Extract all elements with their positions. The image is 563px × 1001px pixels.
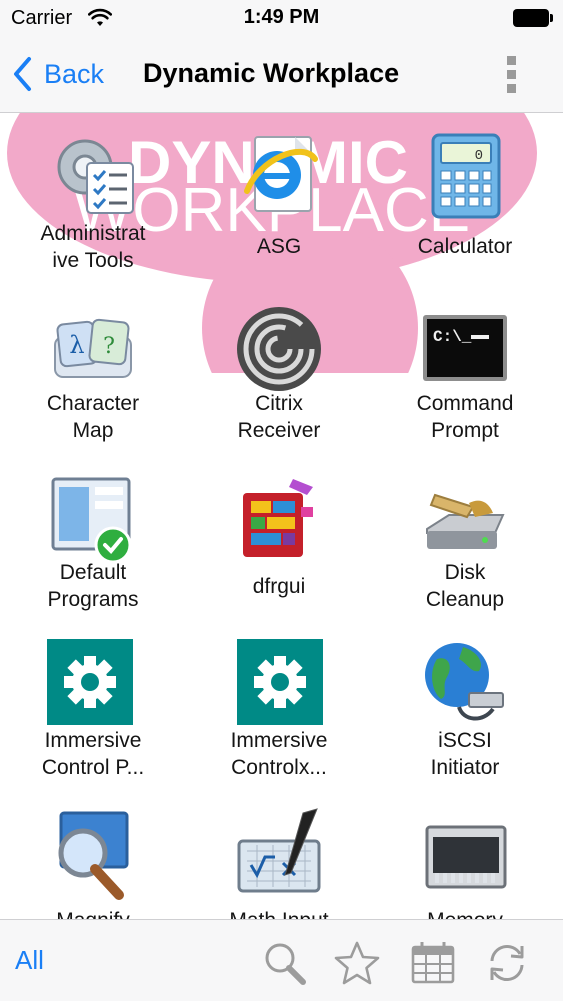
app-label: Default Programs <box>47 561 139 611</box>
page-title: Dynamic Workplace <box>143 58 400 88</box>
svg-text:λ: λ <box>69 331 84 359</box>
app-iscsi-initiator[interactable]: iSCSI Initiator <box>372 631 558 791</box>
app-label: Magnify <box>0 907 186 919</box>
app-label: Immersive Control P... <box>41 729 145 779</box>
app-label: Immersive Controlx... <box>230 729 328 779</box>
app-magnify[interactable]: Magnify <box>0 801 186 919</box>
calculator-icon: 0 <box>431 133 501 219</box>
math-input-icon <box>237 808 321 893</box>
default-programs-icon <box>51 477 132 564</box>
app-label: Administrat ive Tools <box>40 222 146 272</box>
asg-icon <box>244 136 318 212</box>
character-map-icon: λ ? <box>54 318 132 378</box>
app-character-map[interactable]: λ ? Character Map <box>0 293 186 453</box>
app-dfrgui[interactable]: dfrgui <box>186 463 372 623</box>
immersive-control-panel-icon <box>47 639 133 725</box>
app-label: Calculator <box>417 235 513 258</box>
svg-text:C:\_: C:\_ <box>433 328 472 346</box>
more-options-button[interactable] <box>507 56 517 96</box>
app-immersive-controlx[interactable]: Immersive Controlx... <box>186 631 372 791</box>
app-disk-cleanup[interactable]: Disk Cleanup <box>372 463 558 623</box>
immersive-controlx-icon <box>237 639 323 725</box>
app-command-prompt[interactable]: C:\_ Command Prompt <box>372 293 558 453</box>
back-button[interactable]: Back <box>12 52 104 96</box>
iscsi-initiator-icon <box>425 643 504 721</box>
app-math-input[interactable]: Math Input <box>186 801 372 919</box>
app-asg[interactable]: ASG <box>186 113 372 288</box>
command-prompt-icon: C:\_ <box>423 315 507 381</box>
app-memory[interactable]: Memory <box>372 801 558 919</box>
search-icon[interactable] <box>262 940 308 986</box>
more-dot-icon <box>507 70 516 79</box>
refresh-icon[interactable] <box>484 940 530 986</box>
tab-all[interactable]: All <box>15 945 44 976</box>
app-immersive-control-panel[interactable]: Immersive Control P... <box>0 631 186 791</box>
battery-icon <box>513 9 553 27</box>
administrative-tools-icon <box>57 139 134 214</box>
app-label: Character Map <box>46 392 140 442</box>
dfrgui-icon <box>243 479 313 557</box>
calendar-icon[interactable] <box>410 940 456 986</box>
app-label: dfrgui <box>252 575 306 598</box>
app-calculator[interactable]: 0 Calculator <box>372 113 558 288</box>
chevron-left-icon <box>14 57 31 91</box>
app-label: Citrix Receiver <box>237 392 321 442</box>
status-bar: Carrier 1:49 PM <box>0 0 563 38</box>
app-label: Math Input <box>186 907 372 919</box>
app-label: ASG <box>256 235 302 258</box>
app-default-programs[interactable]: Default Programs <box>0 463 186 623</box>
memory-icon <box>425 825 507 889</box>
app-label: Command Prompt <box>416 392 514 442</box>
citrix-receiver-icon <box>237 307 321 391</box>
app-label: iSCSI Initiator <box>430 729 500 779</box>
app-label: Memory <box>372 907 558 919</box>
star-icon[interactable] <box>334 940 380 986</box>
app-administrative-tools[interactable]: Administrat ive Tools <box>0 113 186 288</box>
app-grid-container[interactable]: DYNAMIC WORKPLACE Administrat ive Tools … <box>0 113 563 919</box>
bottom-tab-bar: All <box>0 919 563 1001</box>
svg-text:?: ? <box>103 334 115 359</box>
app-citrix-receiver[interactable]: Citrix Receiver <box>186 293 372 453</box>
status-time: 1:49 PM <box>243 6 320 28</box>
more-dot-icon <box>507 56 516 65</box>
back-button-label: Back <box>44 58 105 89</box>
navigation-bar: Back Dynamic Workplace <box>0 38 563 113</box>
svg-text:0: 0 <box>475 148 483 164</box>
more-dot-icon <box>507 84 516 93</box>
disk-cleanup-icon <box>426 493 505 549</box>
magnify-icon <box>58 811 129 900</box>
app-label: Disk Cleanup <box>425 561 505 611</box>
